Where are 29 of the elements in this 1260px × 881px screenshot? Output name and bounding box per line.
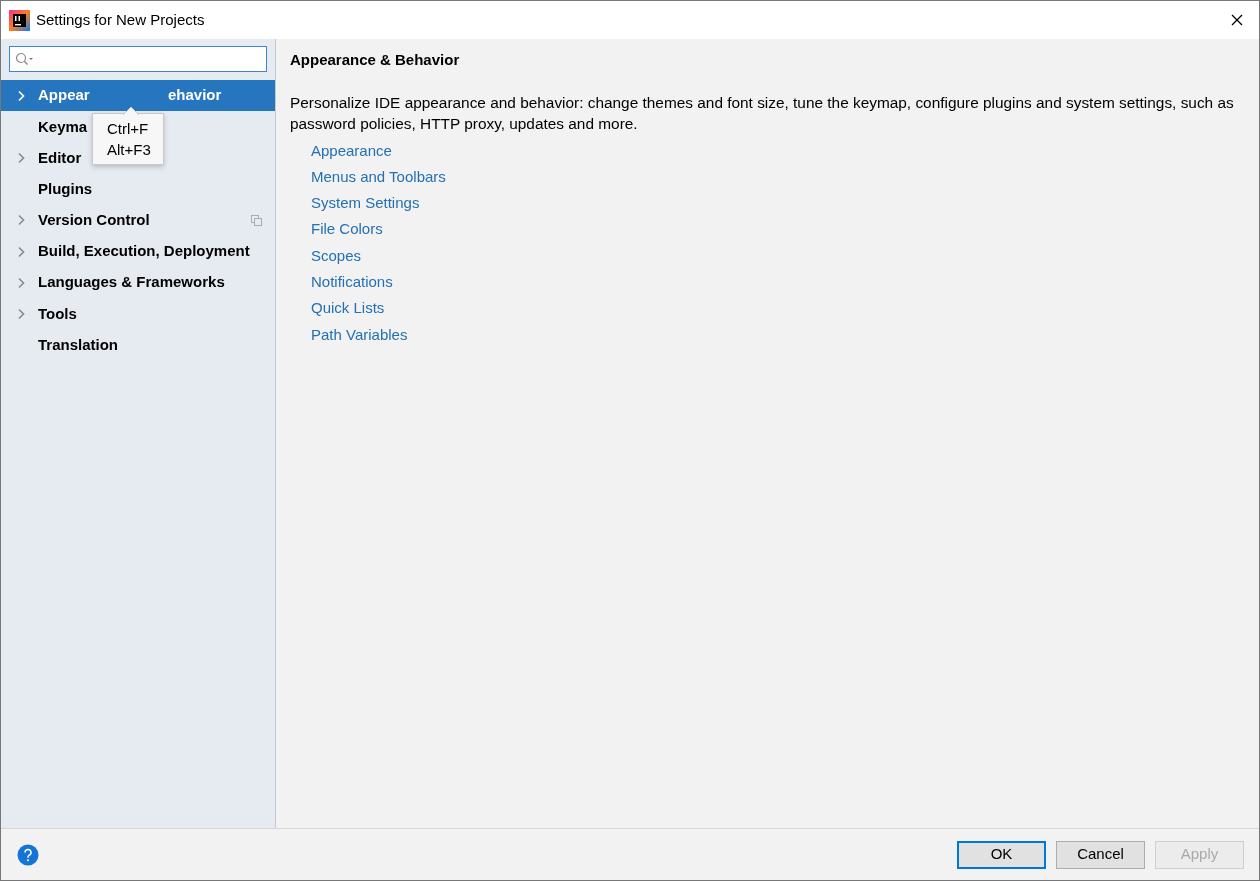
section-description: Personalize IDE appearance and behavior: change themes and font size, tune the keymap, configure plugins and system settings, such as password policies, HTTP proxy, updates and more. — [290, 92, 1235, 134]
sidebar-item[interactable]: Build, Execution, Deployment — [38, 240, 250, 263]
sidebar-item[interactable]: Version Control — [38, 209, 150, 232]
sidebar-item[interactable]: Languages & Frameworks — [38, 271, 225, 294]
sidebar-item[interactable]: Keyma — [38, 115, 88, 139]
sidebar-item[interactable]: Tools — [38, 302, 77, 326]
tooltip-pointer-icon — [123, 106, 139, 115]
app-logo-icon — [9, 9, 30, 31]
ok-button[interactable]: OK — [957, 840, 1046, 869]
settings-link[interactable]: Appearance — [311, 141, 392, 160]
settings-link[interactable]: Scopes — [311, 246, 362, 265]
help-icon[interactable] — [17, 843, 39, 866]
settings-link[interactable]: File Colors — [311, 220, 383, 239]
dialog-button[interactable]: Cancel — [1056, 840, 1145, 869]
window-title: Settings for New Projects — [36, 9, 205, 30]
close-icon[interactable] — [1231, 14, 1243, 26]
sidebar-item[interactable]: Plugins — [38, 177, 93, 201]
section-heading: Appearance & Behavior — [290, 50, 461, 70]
settings-link[interactable]: Path Variables — [311, 325, 408, 344]
settings-link[interactable]: Menus and Toolbars — [311, 167, 446, 186]
sidebar-item[interactable]: Translation — [38, 333, 119, 357]
search-icon — [15, 52, 35, 66]
sidebar-item[interactable]: Editor — [38, 146, 82, 170]
settings-link[interactable]: System Settings — [311, 194, 420, 213]
settings-link[interactable]: Notifications — [311, 273, 393, 291]
sidebar-item-text: ehavior — [168, 85, 222, 106]
search-field[interactable] — [9, 46, 267, 72]
sidebar-item[interactable]: Appear — [38, 84, 168, 107]
settings-link[interactable]: Quick Lists — [311, 299, 385, 318]
